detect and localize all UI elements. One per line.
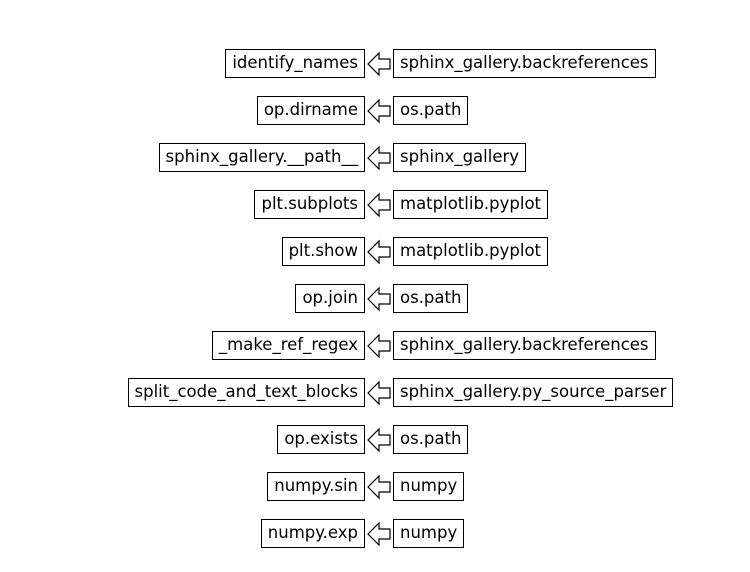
reference-row: op.join os.path [0, 275, 750, 322]
arrow-left-icon [367, 474, 391, 500]
source-box: sphinx_gallery.py_source_parser [393, 378, 673, 407]
reference-row: plt.subplots matplotlib.pyplot [0, 181, 750, 228]
reference-row: _make_ref_regex sphinx_gallery.backrefer… [0, 322, 750, 369]
source-box: os.path [393, 96, 468, 125]
target-box: op.dirname [257, 96, 365, 125]
target-box: _make_ref_regex [212, 331, 365, 360]
source-box: os.path [393, 284, 468, 313]
reference-row: numpy.exp numpy [0, 510, 750, 557]
arrow-left-icon [367, 145, 391, 171]
source-box: numpy [393, 519, 464, 548]
target-box: op.join [295, 284, 365, 313]
source-box: numpy [393, 472, 464, 501]
arrow-left-icon [367, 333, 391, 359]
reference-row: sphinx_gallery.__path__ sphinx_gallery [0, 134, 750, 181]
reference-row: plt.show matplotlib.pyplot [0, 228, 750, 275]
arrow-left-icon [367, 286, 391, 312]
reference-row: op.exists os.path [0, 416, 750, 463]
source-box: os.path [393, 425, 468, 454]
arrow-left-icon [367, 427, 391, 453]
reference-row: identify_names sphinx_gallery.backrefere… [0, 40, 750, 87]
target-box: identify_names [225, 49, 365, 78]
target-box: numpy.sin [267, 472, 365, 501]
source-box: sphinx_gallery.backreferences [393, 331, 656, 360]
source-box: sphinx_gallery.backreferences [393, 49, 656, 78]
arrow-left-icon [367, 192, 391, 218]
arrow-left-icon [367, 521, 391, 547]
reference-row: split_code_and_text_blocks sphinx_galler… [0, 369, 750, 416]
target-box: plt.subplots [254, 190, 365, 219]
source-box: sphinx_gallery [393, 143, 526, 172]
target-box: numpy.exp [261, 519, 365, 548]
arrow-left-icon [367, 98, 391, 124]
target-box: split_code_and_text_blocks [128, 378, 365, 407]
arrow-left-icon [367, 380, 391, 406]
target-box: plt.show [282, 237, 365, 266]
source-box: matplotlib.pyplot [393, 237, 548, 266]
arrow-left-icon [367, 239, 391, 265]
source-box: matplotlib.pyplot [393, 190, 548, 219]
reference-row: op.dirname os.path [0, 87, 750, 134]
target-box: op.exists [277, 425, 365, 454]
arrow-left-icon [367, 51, 391, 77]
reference-row: numpy.sin numpy [0, 463, 750, 510]
name-reference-diagram: identify_names sphinx_gallery.backrefere… [0, 40, 750, 557]
target-box: sphinx_gallery.__path__ [159, 143, 365, 172]
